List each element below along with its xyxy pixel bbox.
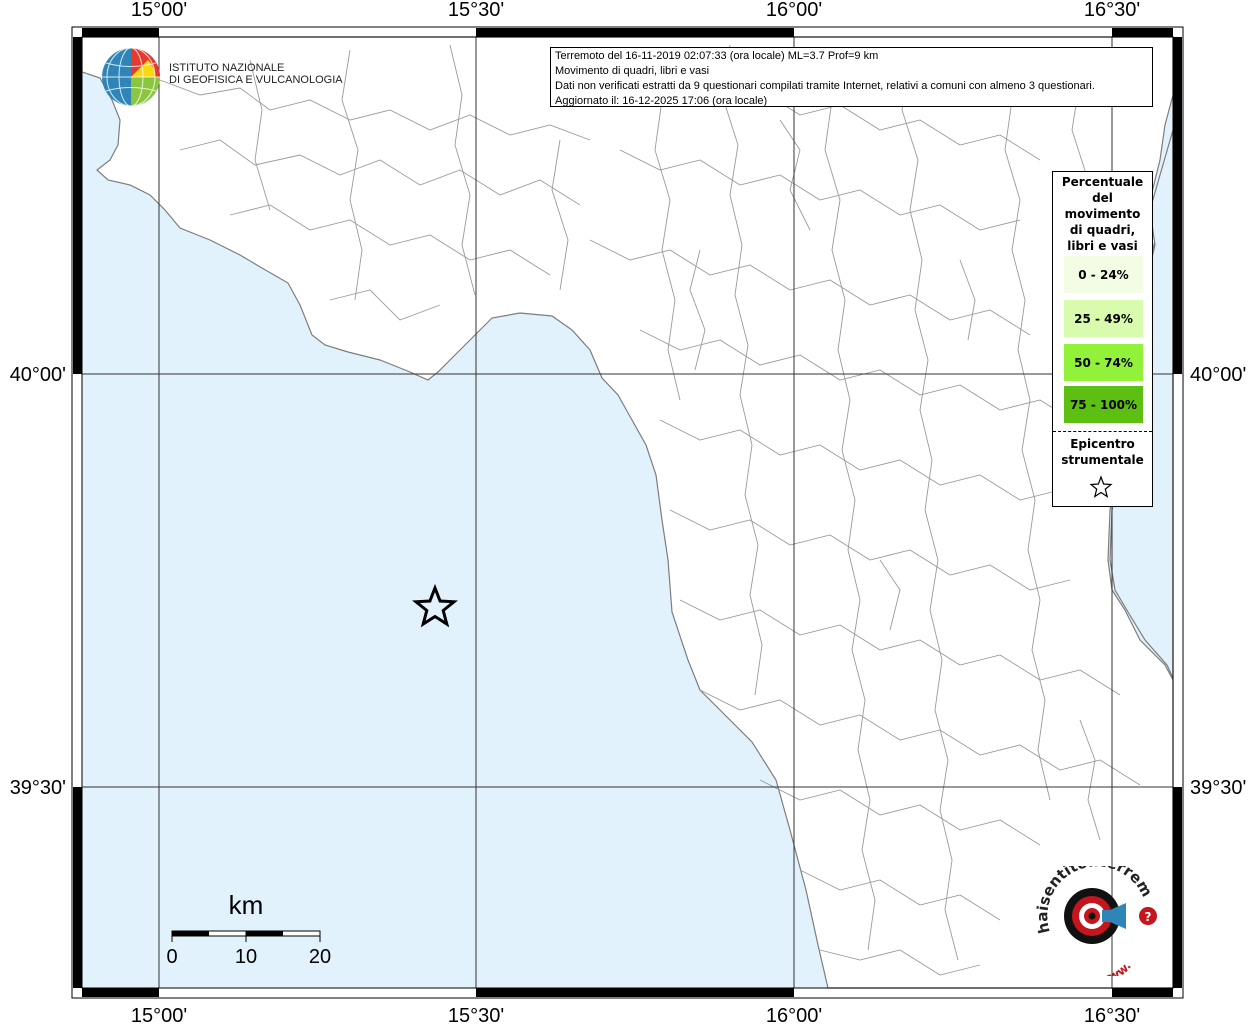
lon-top-2: 15°30' — [448, 0, 504, 21]
ingv-logo: ISTITUTO NAZIONALE DI GEOFISICA E VULCAN… — [100, 46, 343, 110]
ingv-name-line2: DI GEOFISICA E VULCANOLOGIA — [169, 74, 343, 86]
legend-epicenter-line: Epicentro — [1070, 437, 1135, 451]
legend-title: Percentuale del movimento di quadri, lib… — [1053, 174, 1152, 254]
legend-class-label: 25 - 49% — [1074, 311, 1133, 326]
legend: Percentuale del movimento di quadri, lib… — [1052, 171, 1153, 507]
legend-class-25-49: 25 - 49% — [1064, 300, 1143, 337]
legend-class-label: 75 - 100% — [1069, 397, 1138, 412]
lat-left-1: 40°00' — [10, 364, 66, 386]
ingv-name: ISTITUTO NAZIONALE DI GEOFISICA E VULCAN… — [169, 62, 343, 86]
scale-unit: km — [229, 890, 264, 920]
legend-title-line: Percentuale — [1061, 175, 1144, 189]
lat-left-2: 39°30' — [10, 777, 66, 799]
svg-text:www.: www. — [1098, 959, 1134, 976]
lon-bottom-2: 15°30' — [448, 1005, 504, 1024]
lon-bottom-1: 15°00' — [131, 1005, 187, 1024]
hsit-logo-graphic: haisentitoilterremoto.it www. ? — [1031, 852, 1157, 986]
event-line: Terremoto del 16-11-2019 02:07:33 (ora l… — [555, 50, 879, 62]
ingv-name-line1: ISTITUTO NAZIONALE — [169, 62, 285, 74]
legend-class-0-24: 0 - 24% — [1064, 256, 1143, 293]
event-info-box: Terremoto del 16-11-2019 02:07:33 (ora l… — [550, 47, 1153, 107]
lon-top-4: 16°30' — [1084, 0, 1140, 21]
legend-epicenter-line: strumentale — [1061, 453, 1144, 467]
lat-right-2: 39°30' — [1190, 777, 1246, 799]
legend-star-icon — [1089, 475, 1113, 498]
hsit-logo-www: www. — [1098, 959, 1134, 986]
scale-tick-0: 0 — [166, 946, 177, 968]
legend-class-label: 0 - 24% — [1078, 267, 1129, 282]
hsit-logo: haisentitoilterremoto.it www. ? — [1031, 852, 1172, 986]
lon-bottom-3: 16°00' — [766, 1005, 822, 1024]
lon-top-1: 15°00' — [131, 0, 187, 21]
data-note-line: Dati non verificati estratti da 9 questi… — [555, 80, 1095, 92]
legend-class-label: 50 - 74% — [1074, 355, 1133, 370]
legend-title-line: libri e vasi — [1067, 239, 1138, 253]
legend-epicenter-label: Epicentro strumentale — [1053, 436, 1152, 468]
lon-bottom-4: 16°30' — [1084, 1005, 1140, 1024]
lat-right-1: 40°00' — [1190, 364, 1246, 386]
scale-tick-20: 20 — [309, 946, 331, 968]
legend-divider — [1053, 431, 1152, 432]
legend-title-line: movimento — [1064, 207, 1141, 221]
legend-title-line: del — [1092, 191, 1113, 205]
lon-top-3: 16°00' — [766, 0, 822, 21]
legend-class-50-74: 50 - 74% — [1064, 344, 1143, 381]
parameter-line: Movimento di quadri, libri e vasi — [555, 65, 710, 77]
legend-class-75-100: 75 - 100% — [1064, 386, 1143, 423]
svg-text:?: ? — [1145, 910, 1152, 924]
ingv-globe-icon — [102, 47, 160, 107]
legend-title-line: di quadri, — [1069, 223, 1136, 237]
scale-tick-10: 10 — [235, 946, 257, 968]
updated-line: Aggiornato il: 16-12-2025 17:06 (ora loc… — [555, 95, 768, 107]
